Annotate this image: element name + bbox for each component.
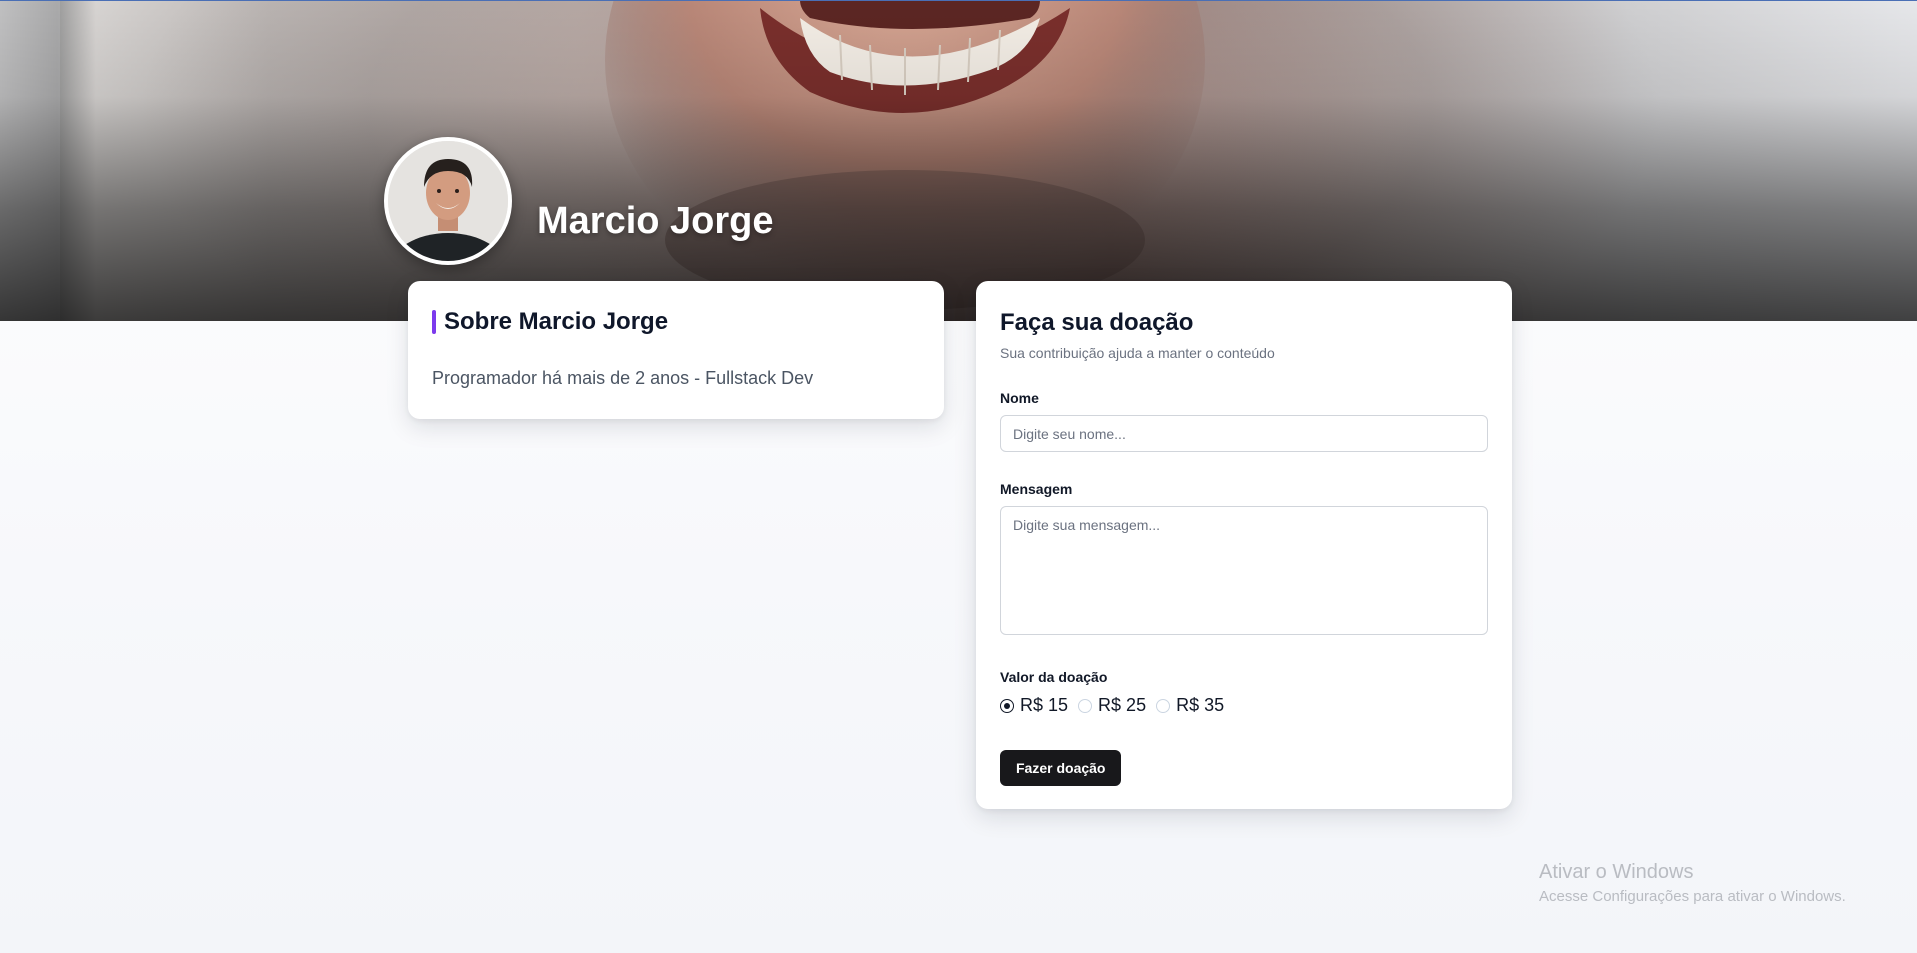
radio-unchecked-icon[interactable] xyxy=(1156,698,1171,713)
message-textarea[interactable] xyxy=(1000,506,1488,635)
submit-donation-button[interactable]: Fazer doação xyxy=(1000,750,1122,786)
donation-subtitle: Sua contribuição ajuda a manter o conteú… xyxy=(1000,345,1275,361)
watermark-title: Ativar o Windows xyxy=(1539,861,1694,883)
about-heading: Sobre Marcio Jorge xyxy=(432,308,920,336)
user-photo-icon xyxy=(388,141,508,261)
amount-option-15[interactable]: R$ 15 xyxy=(1000,695,1068,716)
radio-checked-icon[interactable] xyxy=(1000,698,1014,713)
radio-unchecked-icon[interactable] xyxy=(1078,698,1093,713)
watermark-subtitle: Acesse Configurações para ativar o Windo… xyxy=(1539,888,1846,905)
amount-radio-group: R$ 15 R$ 25 R$ 35 xyxy=(1000,695,1488,716)
amount-option-label: R$ 15 xyxy=(1020,695,1069,715)
windows-activation-watermark: Ativar o Windows Acesse Configurações pa… xyxy=(1539,861,1846,905)
name-label: Nome xyxy=(1000,390,1039,406)
avatar xyxy=(384,137,512,265)
donation-form-card: Faça sua doação Sua contribuição ajuda a… xyxy=(976,281,1512,809)
cover-banner xyxy=(0,0,1917,321)
window-top-border xyxy=(0,0,1917,1)
message-label: Mensagem xyxy=(1000,481,1073,497)
about-card: Sobre Marcio Jorge Programador há mais d… xyxy=(408,281,944,419)
amount-label: Valor da doação xyxy=(1000,669,1108,685)
amount-option-label: R$ 25 xyxy=(1098,695,1147,715)
cover-shade xyxy=(0,0,1917,321)
about-description: Programador há mais de 2 anos - Fullstac… xyxy=(432,368,814,388)
profile-name: Marcio Jorge xyxy=(537,200,774,242)
amount-option-label: R$ 35 xyxy=(1176,695,1225,715)
amount-option-35[interactable]: R$ 35 xyxy=(1156,695,1224,716)
name-input[interactable] xyxy=(1000,415,1488,452)
amount-option-25[interactable]: R$ 25 xyxy=(1078,695,1146,716)
accent-bar xyxy=(432,310,436,334)
donation-title: Faça sua doação xyxy=(1000,309,1194,336)
about-title: Sobre Marcio Jorge xyxy=(444,308,669,335)
